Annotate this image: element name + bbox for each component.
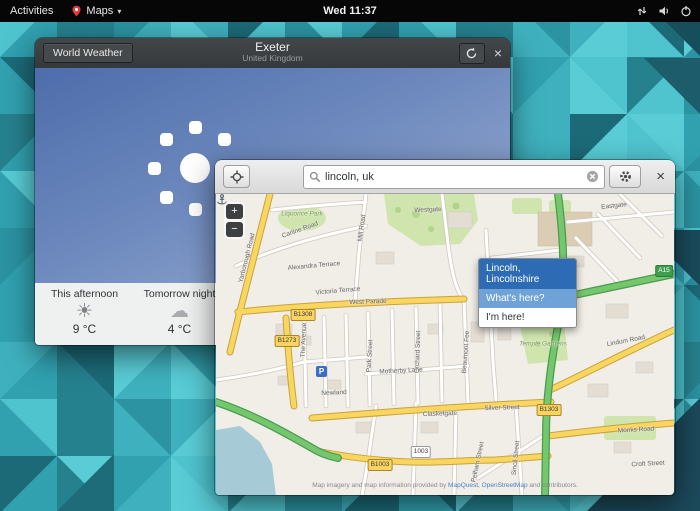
weather-title-block: Exeter United Kingdom: [242, 41, 302, 64]
gear-icon: [619, 170, 632, 183]
settings-button[interactable]: [609, 165, 641, 188]
forecast-sun-icon: ☀: [37, 300, 132, 322]
forecast-label: Tomorrow night: [132, 288, 227, 300]
desktop: World Weather Exeter United Kingdom ×: [0, 0, 700, 511]
attribution-text: Map imagery and map information provided…: [312, 482, 448, 489]
refresh-button[interactable]: [459, 43, 485, 64]
forecast-temperature: 9 °C: [37, 322, 132, 336]
app-menu-label: Maps: [86, 5, 113, 17]
forecast-label: This afternoon: [37, 288, 132, 300]
context-menu: Lincoln, Lincolnshire What's here? I'm h…: [478, 258, 577, 328]
attribution-link-mapquest[interactable]: MapQuest: [448, 482, 478, 489]
crosshair-icon: [230, 170, 244, 184]
world-weather-back-button[interactable]: World Weather: [43, 43, 133, 63]
network-icon[interactable]: [636, 5, 648, 17]
weather-subtitle: United Kingdom: [242, 54, 302, 63]
maps-titlebar[interactable]: ×: [215, 160, 675, 194]
top-bar: Activities Maps ▾ Wed 11:37: [0, 0, 700, 22]
refresh-icon: [465, 47, 478, 60]
search-icon: [309, 171, 321, 183]
map-canvas[interactable]: Liquorice ParkCarline RoadYarborough Roa…: [216, 194, 674, 495]
forecast-cloud-icon: ☁: [132, 300, 227, 322]
search-box[interactable]: [303, 165, 605, 189]
clock[interactable]: Wed 11:37: [323, 5, 377, 17]
menu-item-whats-here[interactable]: What's here?: [479, 289, 576, 308]
app-menu[interactable]: Maps ▾: [63, 0, 129, 22]
chevron-down-icon: ▾: [117, 7, 121, 16]
attribution-text: and contributors.: [528, 482, 578, 489]
map-attribution: Map imagery and map information provided…: [216, 482, 674, 489]
attribution-link-osm[interactable]: OpenStreetMap: [482, 482, 528, 489]
clear-icon[interactable]: [586, 170, 599, 183]
zoom-out-button[interactable]: −: [226, 222, 243, 237]
zoom-controls: + −: [224, 202, 245, 239]
forecast-item: Tomorrow night ☁ 4 °C: [132, 283, 227, 345]
menu-item-im-here[interactable]: I'm here!: [479, 308, 576, 327]
volume-icon[interactable]: [658, 5, 670, 17]
menu-item-location[interactable]: Lincoln, Lincolnshire: [479, 259, 576, 289]
weather-close-icon[interactable]: ×: [494, 46, 502, 60]
weather-titlebar[interactable]: World Weather Exeter United Kingdom ×: [35, 38, 510, 68]
zoom-in-button[interactable]: +: [226, 204, 243, 219]
maps-window: ×: [215, 160, 675, 495]
power-icon[interactable]: [680, 5, 692, 17]
forecast-item: This afternoon ☀ 9 °C: [37, 283, 132, 345]
maps-pin-icon: [71, 5, 82, 17]
forecast-temperature: 4 °C: [132, 322, 227, 336]
activities-button[interactable]: Activities: [0, 0, 63, 22]
locate-button[interactable]: [223, 165, 250, 188]
search-input[interactable]: [321, 171, 586, 183]
parking-icon: P: [316, 366, 327, 377]
status-area: [636, 5, 692, 17]
maps-close-icon[interactable]: ×: [656, 169, 665, 184]
map-graphics: [216, 194, 674, 495]
